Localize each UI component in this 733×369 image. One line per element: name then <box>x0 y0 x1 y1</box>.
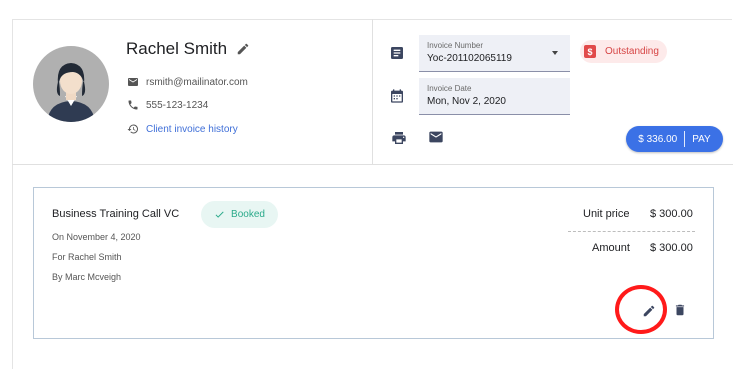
client-email: rsmith@mailinator.com <box>146 76 248 88</box>
client-email-row: rsmith@mailinator.com <box>127 76 248 88</box>
invoice-number-select[interactable]: Invoice Number Yoc-201102065119 <box>419 35 570 72</box>
price-divider <box>568 231 695 232</box>
invoice-number-label: Invoice Number <box>427 41 484 50</box>
email-invoice-icon[interactable] <box>428 129 444 145</box>
client-name: Rachel Smith <box>126 39 228 58</box>
client-avatar <box>33 46 109 122</box>
client-phone-row: 555-123-1234 <box>127 99 208 111</box>
pay-amount: $ 336.00 <box>638 133 678 145</box>
service-by: By Marc Mcveigh <box>52 272 122 282</box>
amount-label: Amount <box>592 242 630 254</box>
pay-separator <box>684 131 686 147</box>
phone-icon <box>128 100 138 110</box>
booking-status-badge: Booked <box>201 201 278 228</box>
service-date: On November 4, 2020 <box>52 232 141 242</box>
unit-price-value: $ 300.00 <box>650 208 693 220</box>
calendar-icon <box>391 89 403 103</box>
booking-status-label: Booked <box>231 209 265 220</box>
highlight-circle <box>615 285 667 334</box>
document-icon <box>391 47 403 59</box>
delete-trash-icon[interactable] <box>673 303 687 317</box>
invoice-number-value: Yoc-201102065119 <box>427 53 512 64</box>
amount-value: $ 300.00 <box>650 242 693 254</box>
unit-price-label: Unit price <box>583 208 630 220</box>
client-invoice-history-link[interactable]: Client invoice history <box>127 123 238 135</box>
invoice-status-badge: $ Outstanding <box>580 40 667 63</box>
edit-client-pencil-icon[interactable] <box>236 42 250 56</box>
check-icon <box>215 211 224 218</box>
print-icon[interactable] <box>391 130 407 146</box>
mail-icon <box>128 78 138 86</box>
history-icon <box>127 124 138 134</box>
invoice-date-field[interactable]: Invoice Date Mon, Nov 2, 2020 <box>419 78 570 115</box>
edit-item-pencil-icon[interactable] <box>642 304 656 318</box>
invoice-date-label: Invoice Date <box>427 84 472 93</box>
horizontal-divider <box>12 164 733 165</box>
service-name: Business Training Call VC <box>52 208 180 220</box>
service-for: For Rachel Smith <box>52 252 122 262</box>
pay-button[interactable]: $ 336.00 PAY <box>626 126 723 152</box>
client-phone: 555-123-1234 <box>146 99 209 111</box>
invoice-status-label: Outstanding <box>605 46 659 57</box>
dollar-icon: $ <box>584 45 596 58</box>
client-invoice-history-label: Client invoice history <box>146 123 238 135</box>
vertical-divider <box>372 19 373 165</box>
pay-label: PAY <box>692 133 711 145</box>
invoice-date-value: Mon, Nov 2, 2020 <box>427 96 506 107</box>
dropdown-caret-icon[interactable] <box>552 51 558 55</box>
